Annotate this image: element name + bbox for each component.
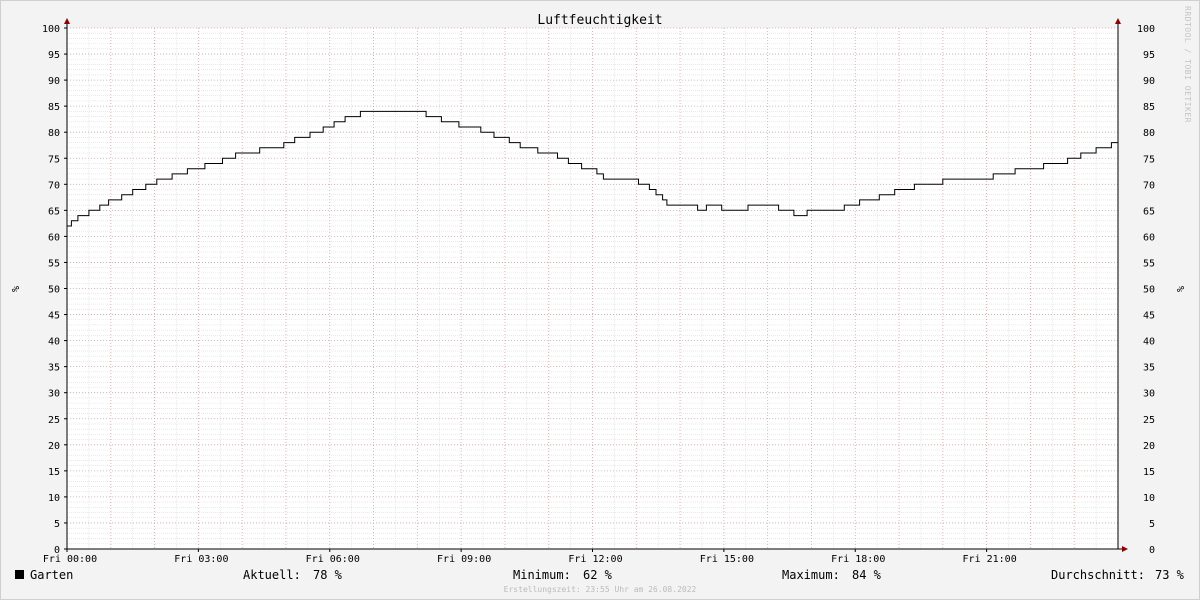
y-tick-label-right: 35 <box>1143 363 1155 374</box>
y-tick-label-left: 75 <box>48 154 60 165</box>
y-axis-label-left: % <box>9 286 20 292</box>
y-tick-label-left: 35 <box>48 363 60 374</box>
x-axis-arrow <box>1122 546 1128 552</box>
legend-avg-label: Durchschnitt: <box>1051 568 1145 582</box>
y-tick-label-right: 85 <box>1143 102 1155 113</box>
y-tick-label-right: 20 <box>1143 441 1155 452</box>
y-tick-label-right: 40 <box>1143 337 1155 348</box>
y-tick-label-left: 25 <box>48 415 60 426</box>
y-tick-label-left: 60 <box>48 232 60 243</box>
x-tick-label: Fri 06:00 <box>306 554 360 565</box>
footer-timestamp: Erstellungszeit: 23:55 Uhr am 26.08.2022 <box>503 585 697 594</box>
y-tick-label-left: 15 <box>48 467 60 478</box>
y-tick-label-right: 45 <box>1143 311 1155 322</box>
y-tick-label-right: 25 <box>1143 415 1155 426</box>
y-tick-label-right: 60 <box>1143 232 1155 243</box>
legend-max-value: 84 % <box>852 568 881 582</box>
y-tick-label-right: 0 <box>1149 545 1155 556</box>
legend-min-label: Minimum: <box>513 568 571 582</box>
y-tick-label-right: 5 <box>1149 519 1155 530</box>
y-tick-label-left: 70 <box>48 180 60 191</box>
x-tick-label: Fri 03:00 <box>174 554 228 565</box>
legend-current-value: 78 % <box>313 568 342 582</box>
y-tick-label-left: 30 <box>48 389 60 400</box>
x-tick-label: Fri 18:00 <box>831 554 885 565</box>
y-axis-left-arrow <box>64 18 70 24</box>
legend-avg-value: 73 % <box>1155 568 1184 582</box>
y-tick-label-left: 20 <box>48 441 60 452</box>
y-tick-label-right: 65 <box>1143 206 1155 217</box>
humidity-chart: 0 05 510 1015 1520 2025 2530 3035 3540 4045 4550 50… <box>9 13 1185 565</box>
watermark: RRDTOOL / TOBI OETIKER <box>1183 6 1192 123</box>
legend-swatch-garten <box>15 570 24 579</box>
y-tick-label-left: 45 <box>48 311 60 322</box>
y-tick-label-left: 50 <box>48 285 60 296</box>
legend-series-label: Garten <box>30 568 74 582</box>
y-tick-label-left: 90 <box>48 76 60 87</box>
y-tick-label-right: 80 <box>1143 128 1155 139</box>
y-tick-label-left: 85 <box>48 102 60 113</box>
y-tick-label-right: 75 <box>1143 154 1155 165</box>
x-tick-label: Fri 15:00 <box>700 554 754 565</box>
y-tick-label-right: 50 <box>1143 285 1155 296</box>
y-tick-label-right: 100 <box>1137 24 1155 35</box>
y-tick-label-left: 95 <box>48 50 60 61</box>
x-tick-label: Fri 09:00 <box>437 554 491 565</box>
y-tick-label-left: 65 <box>48 206 60 217</box>
y-tick-label-right: 55 <box>1143 258 1155 269</box>
y-tick-label-left: 55 <box>48 258 60 269</box>
y-axis-label-right: % <box>1174 286 1185 292</box>
legend-min-value: 62 % <box>583 568 612 582</box>
y-tick-label-right: 90 <box>1143 76 1155 87</box>
y-tick-label-right: 15 <box>1143 467 1155 478</box>
x-tick-label: Fri 00:00 <box>43 554 97 565</box>
grid-layer <box>67 27 1118 549</box>
y-tick-label-right: 70 <box>1143 180 1155 191</box>
y-tick-label-right: 95 <box>1143 50 1155 61</box>
y-tick-label-right: 10 <box>1143 493 1155 504</box>
y-tick-label-right: 30 <box>1143 389 1155 400</box>
chart-title: Luftfeuchtigkeit <box>537 13 662 28</box>
y-tick-label-left: 100 <box>42 24 60 35</box>
legend-max-label: Maximum: <box>782 568 840 582</box>
x-tick-label: Fri 12:00 <box>568 554 622 565</box>
y-axis-right-arrow <box>1115 18 1121 24</box>
y-tick-label-left: 80 <box>48 128 60 139</box>
y-tick-label-left: 10 <box>48 493 60 504</box>
legend-current-label: Aktuell: <box>243 568 301 582</box>
y-tick-label-left: 40 <box>48 337 60 348</box>
x-tick-label: Fri 21:00 <box>963 554 1017 565</box>
y-tick-label-left: 5 <box>54 519 60 530</box>
